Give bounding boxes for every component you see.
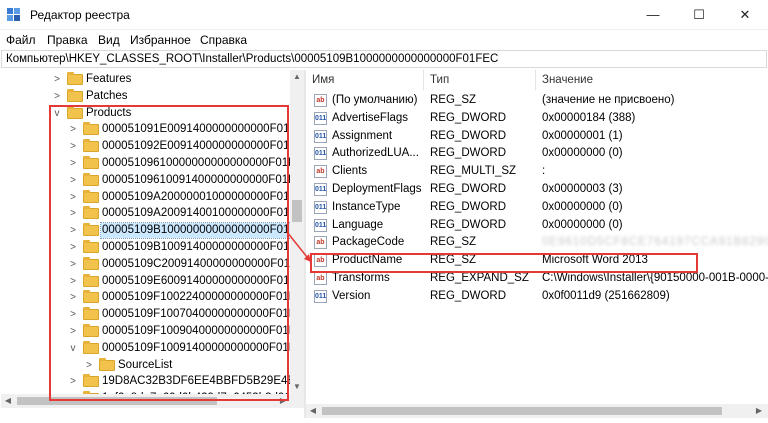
value-name: Clients [332, 165, 368, 178]
binary-value-icon: 011 [314, 289, 327, 303]
pointer-arrow-icon [286, 231, 312, 263]
value-data: 0x00000003 (3) [542, 183, 623, 195]
binary-value-icon: 011 [314, 129, 327, 143]
scroll-down-icon[interactable]: ▼ [290, 380, 304, 394]
value-data: 0x00000001 (1) [542, 129, 623, 142]
value-name: InstanceType [332, 200, 401, 213]
tree-item-label: Features [86, 73, 132, 85]
value-row[interactable]: 011 AuthorizedLUA... REG_DWORD 0x00000000 (… [306, 145, 768, 162]
scroll-left-icon[interactable]: ◀ [306, 404, 320, 418]
value-name: Version [332, 289, 371, 302]
scroll-up-icon[interactable]: ▲ [290, 70, 304, 84]
value-row[interactable]: 011 Language REG_DWORD 0x00000000 (0) [306, 217, 768, 234]
products-highlight-box [49, 105, 289, 401]
binary-value-icon: 011 [314, 218, 327, 232]
scrollbar-thumb[interactable] [322, 407, 722, 415]
column-header-name[interactable]: Имя [306, 70, 424, 90]
value-name: AdvertiseFlags [332, 111, 409, 124]
value-type: REG_DWORD [430, 218, 507, 231]
value-data: C:\Windows\Installer\{90150000-001B-0000… [542, 272, 768, 284]
binary-value-icon: 011 [314, 111, 327, 125]
value-row[interactable]: 011 DeploymentFlags REG_DWORD 0x00000003 (3… [306, 181, 768, 198]
menu-file[interactable]: Файл [6, 33, 36, 47]
string-value-icon: ab [314, 236, 327, 250]
value-row[interactable]: ab PackageCode REG_SZ 0E9610D5CF8CE764197CC… [306, 234, 768, 251]
binary-value-icon: 011 [314, 200, 327, 214]
string-value-icon: ab [314, 165, 327, 179]
value-name: PackageCode [332, 236, 405, 249]
scroll-right-icon[interactable]: ▶ [752, 404, 766, 418]
value-type: REG_DWORD [430, 147, 507, 160]
value-row[interactable]: 011 Assignment REG_DWORD 0x00000001 (1) [306, 128, 768, 145]
value-data: 0x00000184 (388) [542, 111, 636, 124]
menu-bar: Файл Правка Вид Избранное Справка [0, 30, 768, 50]
minimize-button[interactable]: — [630, 0, 676, 30]
value-name: Transforms [332, 272, 390, 284]
value-row[interactable]: ab (По умолчанию) REG_SZ (значение не присв… [306, 92, 768, 109]
value-type: REG_DWORD [430, 289, 507, 302]
value-type: REG_SZ [430, 94, 477, 106]
value-type: REG_DWORD [430, 111, 507, 124]
value-type: REG_DWORD [430, 183, 507, 195]
value-data: 0x00000000 (0) [542, 147, 623, 160]
string-value-icon: ab [314, 94, 327, 107]
title-bar: Редактор реестра — ☐ ✕ [0, 0, 768, 30]
column-header-type[interactable]: Тип [424, 70, 536, 90]
scrollbar-thumb[interactable] [292, 200, 302, 222]
value-row[interactable]: 011 AdvertiseFlags REG_DWORD 0x00000184 (38… [306, 110, 768, 127]
value-type: REG_DWORD [430, 129, 507, 142]
value-type: REG_MULTI_SZ [430, 165, 517, 178]
maximize-button[interactable]: ☐ [676, 0, 722, 30]
value-row[interactable]: 011 InstanceType REG_DWORD 0x00000000 (0) [306, 199, 768, 216]
value-type: REG_DWORD [430, 200, 507, 213]
value-row[interactable]: ab Clients REG_MULTI_SZ: [306, 163, 768, 180]
values-horizontal-scrollbar[interactable]: ◀ ▶ [306, 404, 768, 418]
menu-help[interactable]: Справка [200, 33, 247, 47]
address-bar[interactable]: Компьютер\HKEY_CLASSES_ROOT\Installer\Pr… [1, 50, 767, 68]
value-data: (значение не присвоено) [542, 94, 675, 106]
value-data: : [542, 165, 546, 178]
folder-icon [67, 88, 83, 102]
string-value-icon: ab [314, 272, 327, 285]
values-list[interactable]: Имя Тип Значение ab (По умолчанию) REG_SZ (… [306, 70, 768, 404]
value-type: REG_EXPAND_SZ [430, 272, 529, 284]
folder-icon [67, 72, 83, 85]
chevron-right-icon[interactable]: > [51, 71, 63, 88]
scroll-left-icon[interactable]: ◀ [1, 394, 15, 408]
binary-value-icon: 011 [314, 183, 327, 196]
regedit-icon [7, 8, 20, 21]
close-button[interactable]: ✕ [722, 0, 768, 30]
value-name: DeploymentFlags [332, 183, 422, 195]
value-type: REG_SZ [430, 236, 477, 249]
value-data: 0x00000000 (0) [542, 218, 623, 231]
value-data: 0x0f0011d9 (251662809) [542, 289, 670, 302]
value-name: (По умолчанию) [332, 94, 418, 106]
chevron-right-icon[interactable]: > [51, 88, 63, 105]
menu-favorites[interactable]: Избранное [130, 33, 191, 47]
menu-view[interactable]: Вид [98, 33, 120, 47]
menu-edit[interactable]: Правка [47, 33, 88, 47]
value-name: Language [332, 218, 384, 231]
value-row[interactable]: 011 Version REG_DWORD 0x0f0011d9 (251662809… [306, 288, 768, 305]
tree-item[interactable]: > Features [1, 71, 291, 88]
value-data: 0E9610D5CF8CE764197CCA91B82991EE [542, 236, 768, 249]
column-header-value[interactable]: Значение [536, 70, 768, 90]
window-title: Редактор реестра [30, 8, 130, 22]
tree-item[interactable]: > Patches [1, 88, 291, 105]
binary-value-icon: 011 [314, 147, 327, 161]
productname-highlight-box [310, 253, 698, 273]
value-name: AuthorizedLUA... [332, 147, 419, 160]
value-data: 0x00000000 (0) [542, 200, 623, 213]
value-name: Assignment [332, 129, 393, 142]
tree-item-label: Patches [86, 89, 128, 102]
